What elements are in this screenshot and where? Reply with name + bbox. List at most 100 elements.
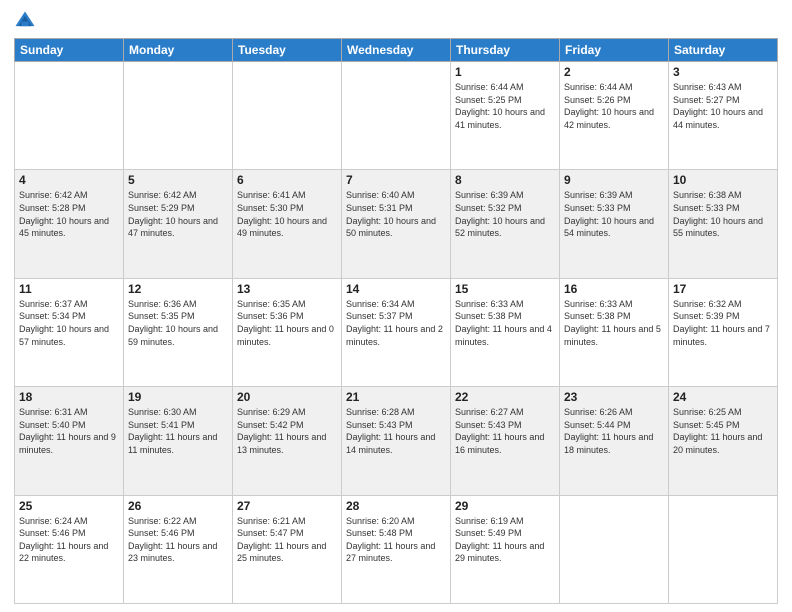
day-number: 7 (346, 173, 446, 187)
day-cell: 6 Sunrise: 6:41 AM Sunset: 5:30 PM Daylig… (233, 170, 342, 278)
col-header-tuesday: Tuesday (233, 39, 342, 62)
day-info: Sunrise: 6:43 AM Sunset: 5:27 PM Dayligh… (673, 81, 773, 131)
day-info: Sunrise: 6:40 AM Sunset: 5:31 PM Dayligh… (346, 189, 446, 239)
day-info: Sunrise: 6:30 AM Sunset: 5:41 PM Dayligh… (128, 406, 228, 456)
day-number: 12 (128, 282, 228, 296)
day-info: Sunrise: 6:44 AM Sunset: 5:26 PM Dayligh… (564, 81, 664, 131)
day-number: 4 (19, 173, 119, 187)
day-cell: 15 Sunrise: 6:33 AM Sunset: 5:38 PM Dayli… (451, 278, 560, 386)
day-number: 25 (19, 499, 119, 513)
day-cell (669, 495, 778, 603)
day-info: Sunrise: 6:39 AM Sunset: 5:32 PM Dayligh… (455, 189, 555, 239)
week-row-4: 25Sunrise: 6:24 AM Sunset: 5:46 PM Dayli… (15, 495, 778, 603)
week-row-1: 4 Sunrise: 6:42 AM Sunset: 5:28 PM Daylig… (15, 170, 778, 278)
day-info: Sunrise: 6:32 AM Sunset: 5:39 PM Dayligh… (673, 298, 773, 348)
day-info: Sunrise: 6:38 AM Sunset: 5:33 PM Dayligh… (673, 189, 773, 239)
day-info: Sunrise: 6:33 AM Sunset: 5:38 PM Dayligh… (455, 298, 555, 348)
col-header-saturday: Saturday (669, 39, 778, 62)
day-number: 21 (346, 390, 446, 404)
col-header-thursday: Thursday (451, 39, 560, 62)
day-cell: 27Sunrise: 6:21 AM Sunset: 5:47 PM Dayli… (233, 495, 342, 603)
day-cell: 16 Sunrise: 6:33 AM Sunset: 5:38 PM Dayli… (560, 278, 669, 386)
calendar-table: SundayMondayTuesdayWednesdayThursdayFrid… (14, 38, 778, 604)
day-info: Sunrise: 6:35 AM Sunset: 5:36 PM Dayligh… (237, 298, 337, 348)
page: SundayMondayTuesdayWednesdayThursdayFrid… (0, 0, 792, 612)
day-number: 5 (128, 173, 228, 187)
day-number: 1 (455, 65, 555, 79)
day-number: 2 (564, 65, 664, 79)
day-cell: 10 Sunrise: 6:38 AM Sunset: 5:33 PM Dayli… (669, 170, 778, 278)
day-number: 29 (455, 499, 555, 513)
day-number: 9 (564, 173, 664, 187)
day-cell (124, 62, 233, 170)
logo (14, 10, 38, 32)
day-number: 26 (128, 499, 228, 513)
col-header-sunday: Sunday (15, 39, 124, 62)
day-number: 20 (237, 390, 337, 404)
header (14, 10, 778, 32)
day-cell: 2 Sunrise: 6:44 AM Sunset: 5:26 PM Daylig… (560, 62, 669, 170)
day-cell: 17 Sunrise: 6:32 AM Sunset: 5:39 PM Dayli… (669, 278, 778, 386)
day-info: Sunrise: 6:20 AM Sunset: 5:48 PM Dayligh… (346, 515, 446, 565)
day-cell: 24 Sunrise: 6:25 AM Sunset: 5:45 PM Dayli… (669, 387, 778, 495)
day-cell: 28 Sunrise: 6:20 AM Sunset: 5:48 PM Dayli… (342, 495, 451, 603)
day-number: 11 (19, 282, 119, 296)
day-info: Sunrise: 6:25 AM Sunset: 5:45 PM Dayligh… (673, 406, 773, 456)
day-info: Sunrise: 6:19 AM Sunset: 5:49 PM Dayligh… (455, 515, 555, 565)
day-cell: 19 Sunrise: 6:30 AM Sunset: 5:41 PM Dayli… (124, 387, 233, 495)
calendar-header-row: SundayMondayTuesdayWednesdayThursdayFrid… (15, 39, 778, 62)
week-row-2: 11 Sunrise: 6:37 AM Sunset: 5:34 PM Dayli… (15, 278, 778, 386)
day-number: 15 (455, 282, 555, 296)
day-info: Sunrise: 6:42 AM Sunset: 5:29 PM Dayligh… (128, 189, 228, 239)
day-cell: 5 Sunrise: 6:42 AM Sunset: 5:29 PM Daylig… (124, 170, 233, 278)
day-cell: 29 Sunrise: 6:19 AM Sunset: 5:49 PM Dayli… (451, 495, 560, 603)
day-cell: 13 Sunrise: 6:35 AM Sunset: 5:36 PM Dayli… (233, 278, 342, 386)
day-number: 16 (564, 282, 664, 296)
day-info: Sunrise: 6:27 AM Sunset: 5:43 PM Dayligh… (455, 406, 555, 456)
day-number: 28 (346, 499, 446, 513)
day-info: Sunrise: 6:41 AM Sunset: 5:30 PM Dayligh… (237, 189, 337, 239)
day-info: Sunrise: 6:22 AM Sunset: 5:46 PM Dayligh… (128, 515, 228, 565)
day-info: Sunrise: 6:29 AM Sunset: 5:42 PM Dayligh… (237, 406, 337, 456)
day-info: Sunrise: 6:33 AM Sunset: 5:38 PM Dayligh… (564, 298, 664, 348)
day-cell: 3 Sunrise: 6:43 AM Sunset: 5:27 PM Daylig… (669, 62, 778, 170)
day-cell: 9 Sunrise: 6:39 AM Sunset: 5:33 PM Daylig… (560, 170, 669, 278)
day-info: Sunrise: 6:42 AM Sunset: 5:28 PM Dayligh… (19, 189, 119, 239)
day-number: 8 (455, 173, 555, 187)
day-cell (342, 62, 451, 170)
day-number: 24 (673, 390, 773, 404)
day-number: 13 (237, 282, 337, 296)
day-number: 6 (237, 173, 337, 187)
day-number: 17 (673, 282, 773, 296)
day-cell: 14Sunrise: 6:34 AM Sunset: 5:37 PM Dayli… (342, 278, 451, 386)
day-info: Sunrise: 6:37 AM Sunset: 5:34 PM Dayligh… (19, 298, 119, 348)
day-info: Sunrise: 6:26 AM Sunset: 5:44 PM Dayligh… (564, 406, 664, 456)
week-row-3: 18Sunrise: 6:31 AM Sunset: 5:40 PM Dayli… (15, 387, 778, 495)
day-cell: 1 Sunrise: 6:44 AM Sunset: 5:25 PM Daylig… (451, 62, 560, 170)
week-row-0: 1 Sunrise: 6:44 AM Sunset: 5:25 PM Daylig… (15, 62, 778, 170)
day-info: Sunrise: 6:39 AM Sunset: 5:33 PM Dayligh… (564, 189, 664, 239)
day-cell (560, 495, 669, 603)
day-cell: 8 Sunrise: 6:39 AM Sunset: 5:32 PM Daylig… (451, 170, 560, 278)
day-cell: 22 Sunrise: 6:27 AM Sunset: 5:43 PM Dayli… (451, 387, 560, 495)
day-info: Sunrise: 6:44 AM Sunset: 5:25 PM Dayligh… (455, 81, 555, 131)
day-cell: 25Sunrise: 6:24 AM Sunset: 5:46 PM Dayli… (15, 495, 124, 603)
day-number: 3 (673, 65, 773, 79)
day-number: 27 (237, 499, 337, 513)
col-header-friday: Friday (560, 39, 669, 62)
col-header-wednesday: Wednesday (342, 39, 451, 62)
day-number: 10 (673, 173, 773, 187)
day-cell (15, 62, 124, 170)
logo-icon (14, 10, 36, 32)
day-info: Sunrise: 6:36 AM Sunset: 5:35 PM Dayligh… (128, 298, 228, 348)
day-number: 18 (19, 390, 119, 404)
day-cell (233, 62, 342, 170)
day-number: 19 (128, 390, 228, 404)
day-cell: 20 Sunrise: 6:29 AM Sunset: 5:42 PM Dayli… (233, 387, 342, 495)
col-header-monday: Monday (124, 39, 233, 62)
day-info: Sunrise: 6:28 AM Sunset: 5:43 PM Dayligh… (346, 406, 446, 456)
day-cell: 7 Sunrise: 6:40 AM Sunset: 5:31 PM Daylig… (342, 170, 451, 278)
day-number: 22 (455, 390, 555, 404)
day-cell: 12 Sunrise: 6:36 AM Sunset: 5:35 PM Dayli… (124, 278, 233, 386)
day-cell: 18Sunrise: 6:31 AM Sunset: 5:40 PM Dayli… (15, 387, 124, 495)
